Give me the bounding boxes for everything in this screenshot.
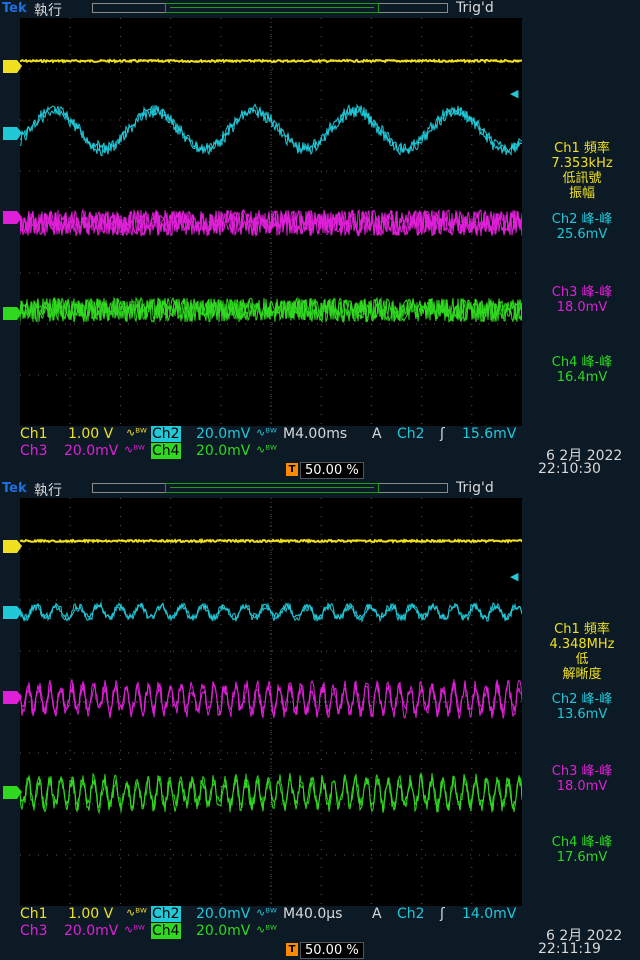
brand-logo: Tek: [2, 481, 27, 496]
ch4-marker[interactable]: 4: [3, 307, 22, 320]
trigger-level[interactable]: 14.0mV: [462, 906, 516, 922]
readout-bar: Ch1 1.00 V ∿ᴮᵂ Ch2 20.0mV ∿ᴮᵂ M4.00ms A …: [0, 426, 640, 480]
trigger-slope-icon: ʃ: [440, 906, 445, 922]
trigger-slope-icon: ʃ: [440, 426, 445, 442]
ch2-marker[interactable]: 2: [3, 127, 22, 140]
ch3-coupling-icon: ∿ᴮᵂ: [124, 923, 145, 936]
ch2-coupling-icon: ∿ᴮᵂ: [256, 906, 277, 919]
measurement-ch1: Ch1 頻率 7.353kHz 低訊號 振幅: [551, 141, 613, 201]
ch1-label[interactable]: Ch1: [20, 426, 48, 442]
record-line: [170, 7, 374, 8]
measurement-ch3: Ch3 峰-峰 18.0mV: [551, 285, 613, 315]
ch2-coupling-icon: ∿ᴮᵂ: [256, 426, 277, 439]
run-state[interactable]: 執行: [34, 480, 62, 500]
timebase[interactable]: M40.0µs: [283, 906, 342, 922]
record-line: [170, 487, 374, 488]
ch1-scale[interactable]: 1.00 V: [68, 426, 113, 442]
ch4-marker[interactable]: 4: [3, 786, 22, 799]
trigger-position-icon: T: [286, 463, 298, 476]
ch4-scale[interactable]: 20.0mV: [196, 923, 250, 939]
trigger-source[interactable]: Ch2: [397, 426, 425, 442]
ch3-coupling-icon: ∿ᴮᵂ: [124, 443, 145, 456]
trigger-mode: A: [372, 906, 382, 922]
ch1-coupling-icon: ∿ᴮᵂ: [126, 906, 147, 919]
ch2-marker[interactable]: 2: [3, 606, 22, 619]
waveform-display[interactable]: [20, 498, 522, 906]
ch2-scale[interactable]: 20.0mV: [196, 906, 250, 922]
measurement-ch1: Ch1 頻率 4.348MHz 低 解晰度: [549, 622, 615, 682]
ch3-label[interactable]: Ch3: [20, 923, 48, 939]
trigger-source[interactable]: Ch2: [397, 906, 425, 922]
brand-logo: Tek: [2, 1, 27, 16]
measurement-ch4: Ch4 峰-峰 17.6mV: [551, 835, 613, 865]
ch2-label[interactable]: Ch2: [151, 906, 181, 922]
ch2-label[interactable]: Ch2: [151, 426, 181, 442]
record-window: [165, 483, 379, 493]
waveform-display[interactable]: [20, 18, 522, 426]
graticule: [20, 498, 522, 906]
timebase[interactable]: M4.00ms: [283, 426, 347, 442]
measurement-ch2: Ch2 峰-峰 25.6mV: [551, 212, 613, 242]
ch1-scale[interactable]: 1.00 V: [68, 906, 113, 922]
status-bar: Tek 執行 Trig'd: [0, 480, 640, 500]
ch1-marker[interactable]: 1: [3, 540, 22, 553]
ch1-coupling-icon: ∿ᴮᵂ: [126, 426, 147, 439]
trigger-status: Trig'd: [456, 480, 494, 496]
run-state[interactable]: 執行: [34, 0, 62, 20]
measurement-ch3: Ch3 峰-峰 18.0mV: [551, 764, 613, 794]
measurement-ch2: Ch2 峰-峰 13.6mV: [551, 692, 613, 722]
trigger-level-icon[interactable]: ◀: [510, 570, 518, 583]
ch1-marker[interactable]: 1: [3, 60, 22, 73]
ch2-scale[interactable]: 20.0mV: [196, 426, 250, 442]
ch3-label[interactable]: Ch3: [20, 443, 48, 459]
readout-bar: Ch1 1.00 V ∿ᴮᵂ Ch2 20.0mV ∿ᴮᵂ M40.0µs A …: [0, 906, 640, 960]
trigger-level[interactable]: 15.6mV: [462, 426, 516, 442]
trigger-level-icon[interactable]: ◀: [510, 87, 518, 100]
ch4-coupling-icon: ∿ᴮᵂ: [256, 923, 277, 936]
trigger-position-icon: T: [286, 943, 298, 956]
ch4-label[interactable]: Ch4: [151, 443, 181, 459]
ch3-marker[interactable]: 3: [3, 691, 22, 704]
ch3-scale[interactable]: 20.0mV: [64, 443, 118, 459]
measurement-ch4: Ch4 峰-峰 16.4mV: [551, 355, 613, 385]
ch3-trace: [20, 679, 522, 719]
ch1-trace: [20, 58, 522, 64]
status-bar: Tek 執行 Trig'd: [0, 0, 640, 20]
scope-panel-2: Tek 執行 Trig'd T 1 2 3 4 ◀ Ch1 頻率 4.348MH…: [0, 480, 640, 960]
graticule: [20, 18, 522, 426]
ch1-label[interactable]: Ch1: [20, 906, 48, 922]
record-window: [165, 3, 379, 13]
ch4-label[interactable]: Ch4: [151, 923, 181, 939]
ch3-scale[interactable]: 20.0mV: [64, 923, 118, 939]
ch1-trace: [20, 537, 522, 545]
trigger-position[interactable]: 50.00 %: [300, 462, 364, 479]
trigger-mode: A: [372, 426, 382, 442]
trigger-position[interactable]: 50.00 %: [300, 942, 364, 959]
ch4-coupling-icon: ∿ᴮᵂ: [256, 443, 277, 456]
scope-panel-1: Tek 執行 Trig'd T 1 2 3 4 ◀ Ch1 頻率 7.353kH…: [0, 0, 640, 480]
time: 22:11:19: [538, 941, 601, 957]
ch3-marker[interactable]: 3: [3, 211, 22, 224]
ch4-scale[interactable]: 20.0mV: [196, 443, 250, 459]
trigger-status: Trig'd: [456, 0, 494, 16]
time: 22:10:30: [538, 461, 601, 477]
